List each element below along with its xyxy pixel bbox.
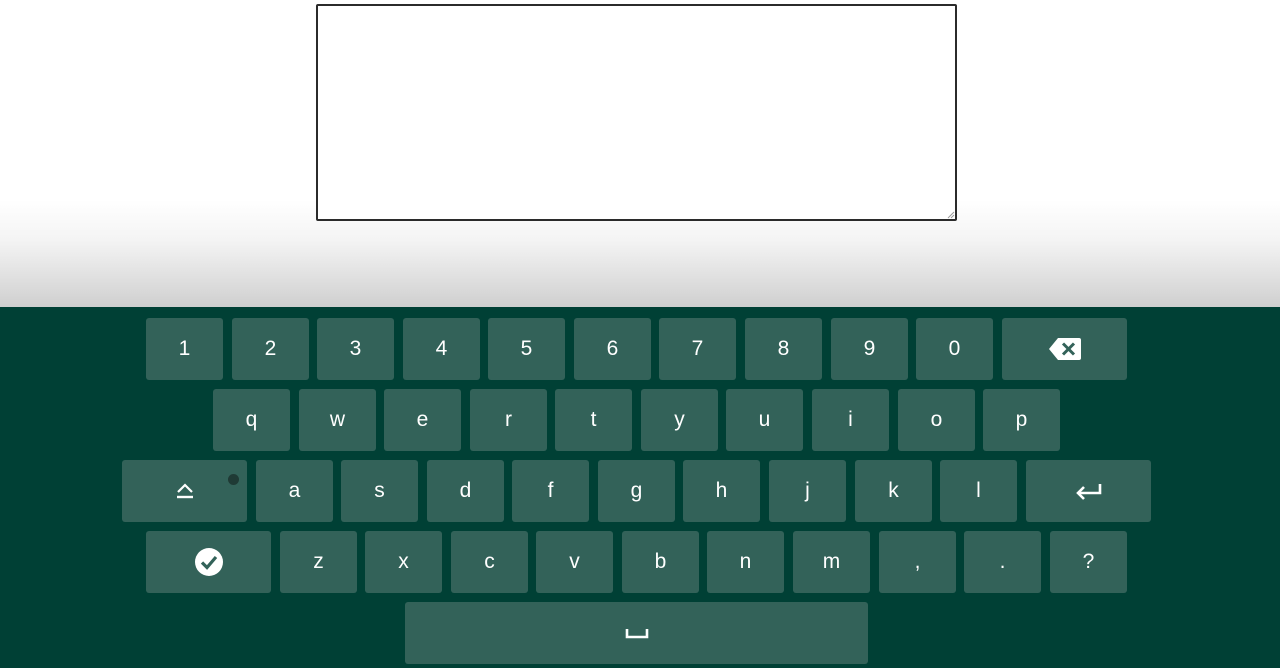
key-h[interactable]: h	[683, 460, 760, 522]
key-5[interactable]: 5	[488, 318, 565, 380]
key-2[interactable]: 2	[232, 318, 309, 380]
key-u[interactable]: u	[726, 389, 803, 451]
enter-key[interactable]	[1026, 460, 1151, 522]
space-icon	[625, 629, 648, 639]
backspace-icon	[1048, 338, 1081, 360]
key-y[interactable]: y	[641, 389, 718, 451]
key-q[interactable]: q	[213, 389, 290, 451]
key-v[interactable]: v	[536, 531, 613, 593]
key-o[interactable]: o	[898, 389, 975, 451]
key-k[interactable]: k	[855, 460, 932, 522]
key-4[interactable]: 4	[403, 318, 480, 380]
key-j[interactable]: j	[769, 460, 846, 522]
key-period[interactable]: .	[964, 531, 1041, 593]
key-p[interactable]: p	[983, 389, 1060, 451]
key-6[interactable]: 6	[574, 318, 651, 380]
key-n[interactable]: n	[707, 531, 784, 593]
key-t[interactable]: t	[555, 389, 632, 451]
key-b[interactable]: b	[622, 531, 699, 593]
key-9[interactable]: 9	[831, 318, 908, 380]
key-e[interactable]: e	[384, 389, 461, 451]
key-m[interactable]: m	[793, 531, 870, 593]
resize-grip-icon[interactable]	[947, 211, 955, 219]
checkmark-icon	[194, 548, 223, 576]
key-question-mark[interactable]: ?	[1050, 531, 1127, 593]
key-d[interactable]: d	[427, 460, 504, 522]
key-1[interactable]: 1	[146, 318, 223, 380]
shift-key[interactable]	[122, 460, 247, 522]
shift-icon	[176, 483, 193, 499]
key-l[interactable]: l	[940, 460, 1017, 522]
key-g[interactable]: g	[598, 460, 675, 522]
key-7[interactable]: 7	[659, 318, 736, 380]
backspace-key[interactable]	[1002, 318, 1127, 380]
text-area[interactable]	[316, 4, 957, 221]
key-i[interactable]: i	[812, 389, 889, 451]
key-0[interactable]: 0	[916, 318, 993, 380]
space-key[interactable]	[405, 602, 868, 664]
key-c[interactable]: c	[451, 531, 528, 593]
key-a[interactable]: a	[256, 460, 333, 522]
key-s[interactable]: s	[341, 460, 418, 522]
key-x[interactable]: x	[365, 531, 442, 593]
key-z[interactable]: z	[280, 531, 357, 593]
enter-icon	[1075, 484, 1101, 500]
key-8[interactable]: 8	[745, 318, 822, 380]
key-r[interactable]: r	[470, 389, 547, 451]
done-key[interactable]	[146, 531, 271, 593]
shift-indicator-icon	[228, 474, 239, 485]
key-3[interactable]: 3	[317, 318, 394, 380]
key-f[interactable]: f	[512, 460, 589, 522]
key-w[interactable]: w	[299, 389, 376, 451]
key-comma[interactable]: ,	[879, 531, 956, 593]
